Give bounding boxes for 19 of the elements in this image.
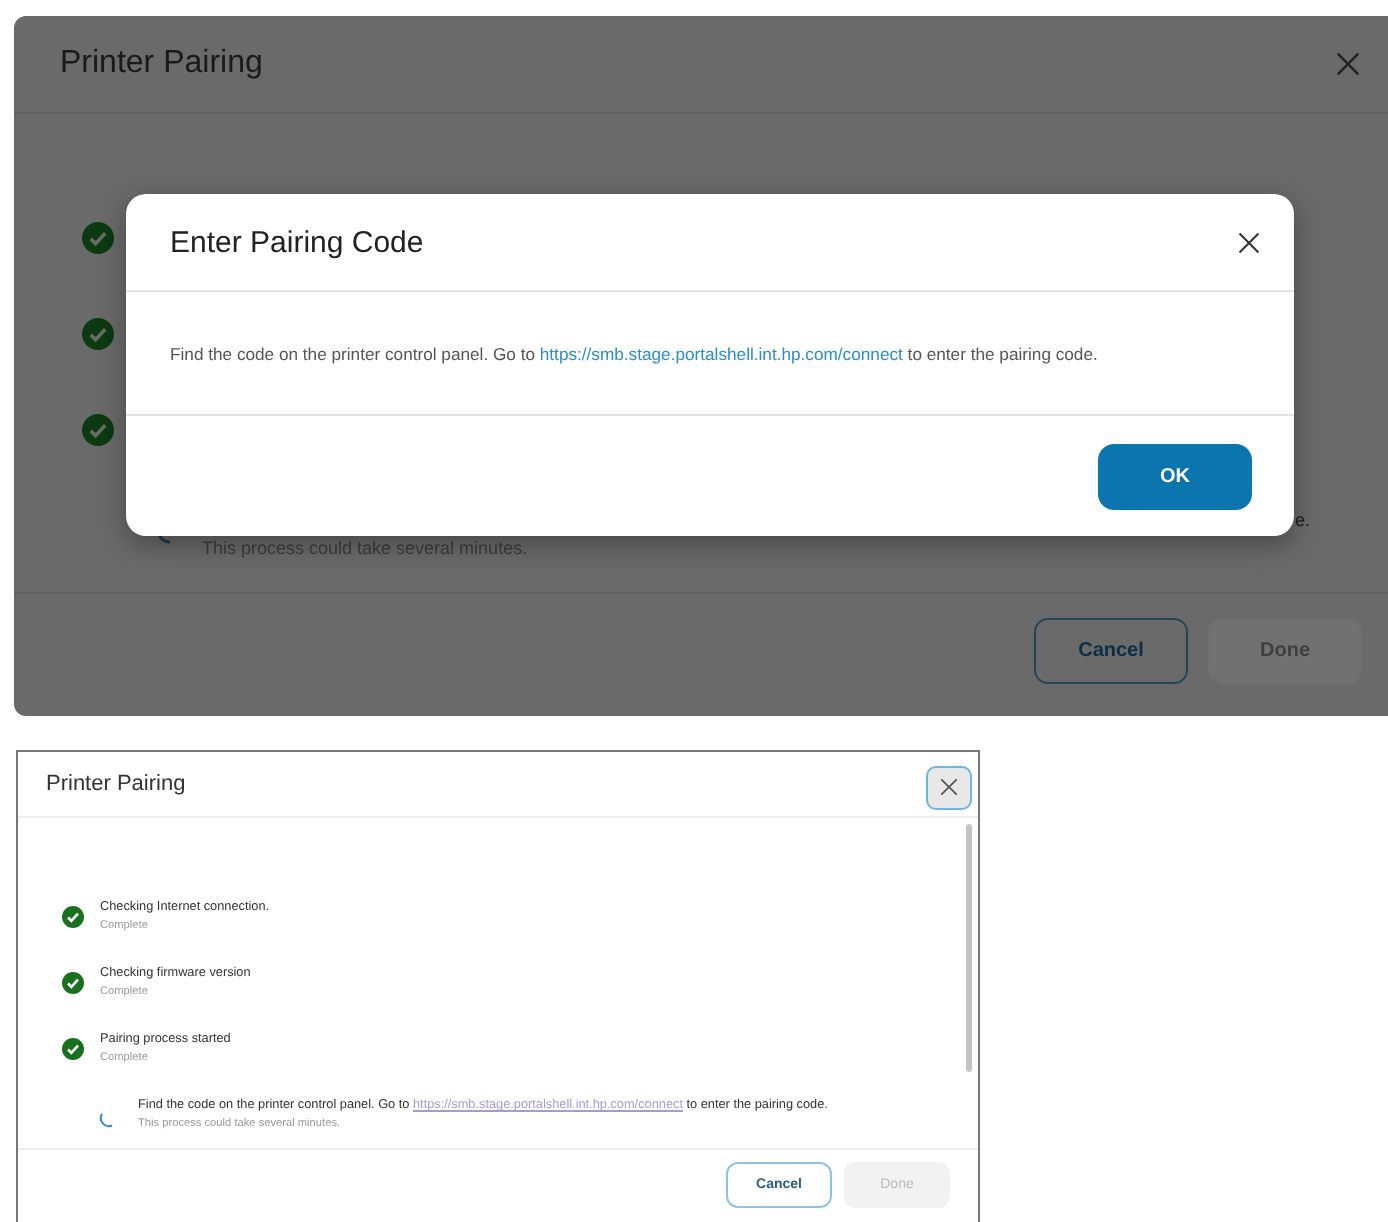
- close-icon[interactable]: [1238, 231, 1260, 253]
- close-icon: [940, 778, 958, 797]
- check-circle-icon: [82, 414, 114, 446]
- connect-link[interactable]: https://smb.stage.portalshell.int.hp.com/connect: [539, 343, 903, 363]
- step-text: e.: [1294, 510, 1310, 530]
- modal-message: Find the code on the printer control panel. Go to https://smb.stage.portalshell.int.hp.com/connect to enter the pairing code.: [170, 343, 1098, 363]
- scrollbar[interactable]: [966, 823, 972, 1072]
- check-circle-icon: [82, 318, 114, 350]
- close-button[interactable]: [926, 765, 972, 810]
- modal-title: Enter Pairing Code: [170, 225, 424, 259]
- spinner-icon: [98, 1108, 118, 1129]
- dialog-title: Printer Pairing: [60, 46, 263, 82]
- ok-button[interactable]: OK: [1098, 443, 1252, 509]
- dialog-title: Printer Pairing: [46, 771, 186, 796]
- check-circle-icon: [62, 905, 84, 928]
- check-circle-icon: [62, 971, 84, 994]
- check-circle-icon: [82, 222, 114, 254]
- check-circle-icon: [62, 1037, 84, 1060]
- cancel-button[interactable]: Cancel: [1034, 618, 1188, 684]
